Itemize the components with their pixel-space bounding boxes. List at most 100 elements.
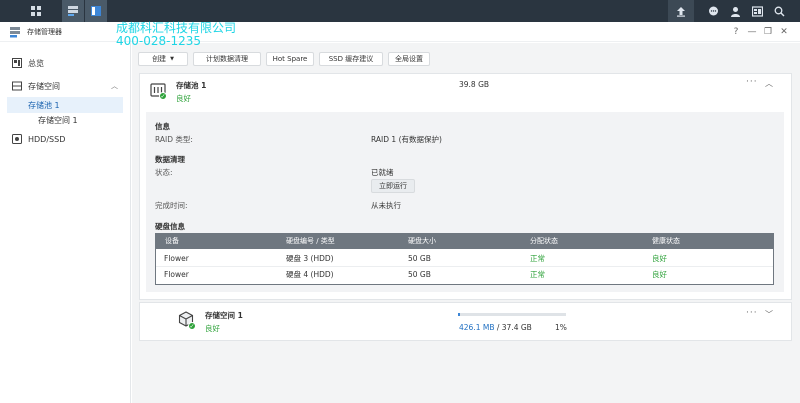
healthy-check-icon: ✓: [188, 322, 196, 330]
sidebar-item-label: 存储池 1: [28, 100, 60, 110]
upload-tasks-button[interactable]: [668, 0, 694, 22]
main-menu-button[interactable]: [24, 0, 48, 22]
pool-name: 存储池 1: [176, 81, 207, 90]
minimize-icon: —: [747, 27, 757, 37]
storage-manager-app-icon: [68, 6, 78, 16]
scrub-schedule-button[interactable]: 计划数据清理: [193, 52, 261, 66]
table-header: 设备 硬盘编号 / 类型 硬盘大小 分配状态 健康状态: [156, 234, 773, 249]
help-button[interactable]: ?: [730, 26, 742, 38]
raid-type-label: RAID 类型:: [155, 135, 193, 144]
window-app-icon: [91, 6, 101, 16]
user-icon: [730, 6, 740, 17]
close-icon: ✕: [780, 27, 788, 37]
ssd-cache-advisor-label: SSD 缓存建议: [328, 55, 374, 63]
sidebar-item-volume-1[interactable]: 存储空间 1: [0, 112, 130, 128]
create-button-label: 创建: [152, 55, 167, 63]
overview-icon: [12, 58, 22, 68]
watermark: 成都科汇科技有限公司 400-028-1235: [116, 22, 236, 48]
notifications-button[interactable]: [704, 0, 722, 22]
table-cell: 良好: [652, 270, 667, 279]
sidebar-item-label: 存储空间: [28, 81, 60, 91]
sidebar-item-label: HDD/SSD: [28, 134, 66, 144]
create-button[interactable]: 创建 ▼: [138, 52, 188, 66]
volume-total: / 37.4 GB: [496, 323, 532, 332]
more-options-icon[interactable]: ···: [746, 77, 758, 87]
volume-status: 良好: [205, 324, 220, 333]
sidebar-item-storage-pool-1[interactable]: 存储池 1: [7, 97, 123, 113]
window-title: 存储管理器: [27, 28, 62, 36]
table-cell: 良好: [652, 254, 667, 263]
disk-info-section-title: 硬盘信息: [155, 222, 185, 231]
pool-size: 39.8 GB: [459, 80, 490, 89]
completion-time-value: 从未执行: [371, 201, 401, 210]
table-cell: Flower: [164, 270, 189, 279]
volume-used: 426.1 MB: [459, 323, 495, 332]
hot-spare-button[interactable]: Hot Spare: [266, 52, 314, 66]
sidebar-item-label: 总览: [28, 58, 44, 68]
minimize-button[interactable]: —: [746, 26, 758, 38]
run-now-label: 立即运行: [379, 182, 407, 190]
volume-name: 存储空间 1: [205, 311, 243, 320]
table-cell: 硬盘 3 (HDD): [286, 254, 334, 263]
help-icon: ?: [733, 27, 739, 37]
table-cell: 正常: [530, 270, 545, 279]
sidebar-item-overview[interactable]: 总览: [0, 55, 130, 71]
scrub-section-title: 数据清理: [155, 155, 185, 164]
more-options-icon[interactable]: ···: [746, 308, 758, 318]
scrub-schedule-label: 计划数据清理: [206, 55, 248, 63]
table-cell: 50 GB: [408, 270, 431, 279]
close-button[interactable]: ✕: [778, 26, 790, 38]
sidebar-item-hdd-ssd[interactable]: HDD/SSD: [0, 131, 130, 147]
ssd-cache-advisor-button[interactable]: SSD 缓存建议: [319, 52, 383, 66]
global-settings-label: 全局设置: [395, 55, 423, 63]
search-icon: [774, 6, 784, 16]
upload-icon: [677, 6, 685, 17]
user-button[interactable]: [726, 0, 744, 22]
table-cell: 50 GB: [408, 254, 431, 263]
restore-button[interactable]: ❐: [762, 26, 774, 38]
collapse-chevron-icon[interactable]: ︿: [765, 78, 774, 89]
scrub-state-label: 状态:: [155, 168, 173, 177]
taskbar-storage-manager-button[interactable]: [62, 0, 84, 22]
chat-icon: [708, 6, 718, 15]
taskbar-app-button[interactable]: [85, 0, 107, 22]
chevron-up-icon: ︿: [111, 82, 118, 90]
volume-usage-fill: [458, 313, 460, 316]
raid-type-value: RAID 1 (有数据保护): [371, 135, 442, 144]
run-now-button[interactable]: 立即运行: [371, 179, 415, 193]
volume-percent: 1%: [555, 323, 567, 332]
watermark-phone: 400-028-1235: [116, 34, 202, 48]
table-cell: Flower: [164, 254, 189, 263]
column-header: 硬盘编号 / 类型: [286, 237, 335, 245]
widgets-icon: [751, 5, 763, 17]
volume-usage-bar: [458, 313, 566, 316]
caret-down-icon: ▼: [170, 56, 174, 62]
column-header: 健康状态: [652, 237, 680, 245]
global-settings-button[interactable]: 全局设置: [388, 52, 430, 66]
column-header: 分配状态: [530, 237, 558, 245]
grid-icon: [31, 6, 41, 16]
completion-time-label: 完成时间:: [155, 201, 188, 210]
disk-table: 设备 硬盘编号 / 类型 硬盘大小 分配状态 健康状态 Flower 硬盘 3 …: [155, 233, 774, 285]
storage-icon: [12, 81, 22, 91]
taskbar: [0, 0, 800, 22]
sidebar-item-storage[interactable]: 存储空间 ︿: [0, 78, 130, 94]
table-cell: 正常: [530, 254, 545, 263]
sidebar: 总览 存储空间 ︿ 存储池 1 存储空间 1 HDD/SSD: [0, 43, 131, 403]
hdd-icon: [12, 134, 22, 144]
search-button[interactable]: [770, 0, 788, 22]
expand-chevron-icon[interactable]: ﹀: [765, 309, 774, 320]
column-header: 硬盘大小: [408, 237, 436, 245]
info-section-title: 信息: [155, 122, 170, 131]
hot-spare-label: Hot Spare: [272, 55, 308, 63]
volume-usage-text: 426.1 MB / 37.4 GB: [459, 323, 532, 332]
table-row[interactable]: Flower 硬盘 4 (HDD) 50 GB 正常 良好: [156, 267, 773, 283]
table-cell: 硬盘 4 (HDD): [286, 270, 334, 279]
widgets-button[interactable]: [748, 0, 766, 22]
storage-manager-icon: [10, 27, 20, 38]
pool-status: 良好: [176, 94, 191, 103]
healthy-check-icon: ✓: [159, 92, 167, 100]
table-row[interactable]: Flower 硬盘 3 (HDD) 50 GB 正常 良好: [156, 251, 773, 267]
column-header: 设备: [165, 237, 179, 245]
scrub-state-value: 已就绪: [371, 168, 394, 177]
